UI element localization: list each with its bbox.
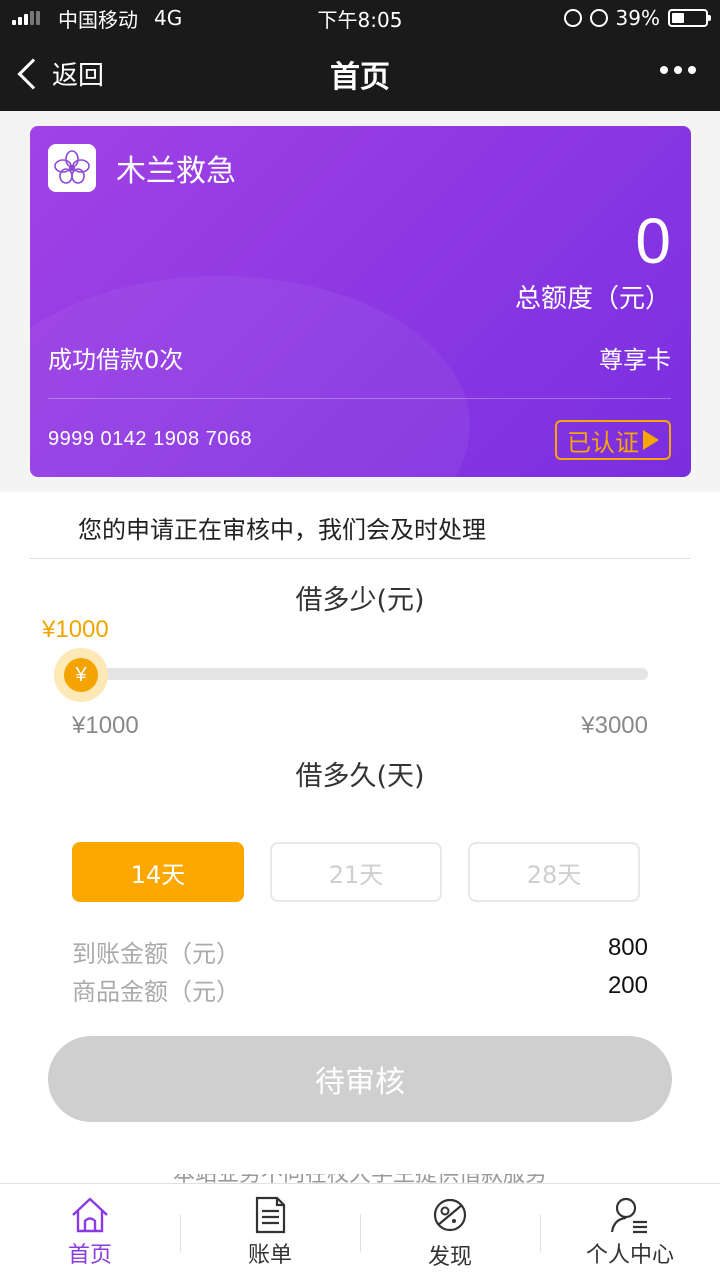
received-amount-label: 到账金额（元）: [72, 940, 240, 968]
verified-button[interactable]: 已认证: [555, 420, 671, 460]
card-type: 尊享卡: [599, 346, 671, 374]
tab-home[interactable]: 首页: [0, 1184, 180, 1280]
min-amount: ¥1000: [72, 712, 139, 739]
credit-card: 木兰救急 0 总额度（元） 成功借款0次 尊享卡 9999 0142 1908 …: [30, 126, 691, 477]
more-options-icon[interactable]: [660, 66, 696, 74]
bill-icon: [255, 1196, 286, 1234]
term-option-28[interactable]: 28天: [468, 842, 640, 902]
divider: [48, 398, 671, 399]
network-type: 4G: [154, 6, 183, 30]
divider: [30, 558, 690, 559]
goods-amount-label: 商品金额（元）: [72, 978, 240, 1006]
current-amount: ¥1000: [42, 616, 109, 643]
card-name: 木兰救急: [116, 154, 236, 189]
term-title: 借多久(天): [295, 761, 425, 792]
signal-icon: [12, 11, 40, 25]
tab-profile[interactable]: 个人中心: [540, 1184, 720, 1280]
carrier: 中国移动: [58, 7, 138, 32]
total-amount: 0: [635, 205, 671, 277]
amount-title: 借多少(元): [295, 585, 425, 616]
battery-icon: [668, 9, 711, 27]
loan-count: 成功借款0次: [48, 346, 184, 374]
tab-bill-label: 账单: [247, 1243, 292, 1268]
battery-percent: 39%: [615, 6, 660, 30]
review-notice: 您的申请正在审核中，我们会及时处理: [78, 516, 486, 544]
card-number: 9999 0142 1908 7068: [48, 428, 253, 450]
yuan-icon: ¥: [64, 658, 98, 692]
max-amount: ¥3000: [581, 712, 648, 739]
flower-icon: [54, 150, 90, 184]
pending-review-button[interactable]: 待审核: [48, 1036, 672, 1122]
term-option-14[interactable]: 14天: [72, 842, 244, 902]
total-amount-label: 总额度（元）: [514, 284, 671, 314]
received-amount-value: 800: [607, 934, 648, 961]
term-option-21[interactable]: 21天: [270, 842, 442, 902]
orientation-lock-icon: [563, 9, 582, 27]
navigation-bar: 返回 首页: [0, 36, 720, 111]
tab-bar: 首页 账单 发现 个人中心: [0, 1183, 720, 1280]
discover-icon: [433, 1198, 467, 1232]
status-bar: 中国移动 4G 下午8:05 39%: [0, 0, 720, 36]
verified-label: 已认证: [567, 428, 639, 457]
tab-home-label: 首页: [67, 1243, 112, 1268]
page-title: 首页: [330, 59, 390, 95]
tab-discover-label: 发现: [427, 1245, 472, 1270]
amount-slider-handle[interactable]: ¥: [54, 648, 108, 702]
app-logo: [48, 144, 96, 192]
play-arrow-icon: [643, 430, 659, 450]
goods-amount-value: 200: [607, 972, 648, 999]
loan-form: 您的申请正在审核中，我们会及时处理 借多少(元) ¥1000 ¥ ¥1000 ¥…: [0, 492, 720, 1186]
tab-profile-label: 个人中心: [585, 1243, 674, 1268]
alarm-icon: [589, 9, 608, 27]
tab-discover[interactable]: 发现: [360, 1184, 540, 1280]
tab-bill[interactable]: 账单: [180, 1184, 360, 1280]
amount-slider-track[interactable]: [82, 668, 648, 680]
user-icon: [610, 1197, 647, 1234]
home-icon: [72, 1197, 108, 1233]
